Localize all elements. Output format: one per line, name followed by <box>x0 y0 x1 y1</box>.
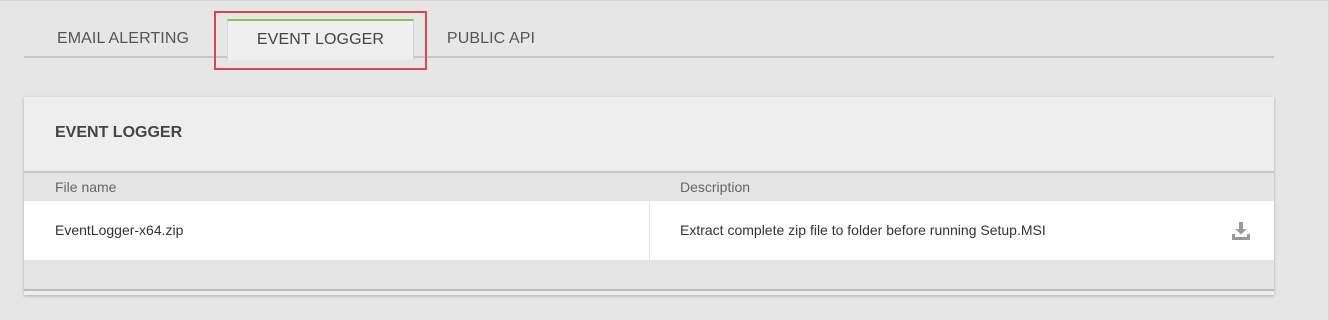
tab-event-logger[interactable]: EVENT LOGGER <box>227 19 414 60</box>
download-icon[interactable] <box>1230 220 1252 242</box>
description-cell: Extract complete zip file to folder befo… <box>680 222 1046 238</box>
table-row: EventLogger-x64.zip Extract complete zip… <box>24 201 1274 260</box>
file-name-cell: EventLogger-x64.zip <box>55 222 184 238</box>
column-header-description: Description <box>680 179 751 195</box>
settings-frame: EMAIL ALERTING EVENT LOGGER PUBLIC API E… <box>0 0 1329 320</box>
files-table: File name Description EventLogger-x64.zi… <box>24 171 1274 291</box>
column-divider <box>649 201 650 260</box>
tab-bar: EMAIL ALERTING EVENT LOGGER PUBLIC API <box>24 19 1274 60</box>
column-header-file-name: File name <box>55 179 117 195</box>
event-logger-panel: EVENT LOGGER File name Description Event… <box>24 97 1274 295</box>
table-footer <box>24 260 1274 291</box>
table-header: File name Description <box>24 171 1274 201</box>
panel-title: EVENT LOGGER <box>55 124 183 141</box>
tab-email-alerting[interactable]: EMAIL ALERTING <box>30 19 216 58</box>
tab-public-api[interactable]: PUBLIC API <box>422 19 560 58</box>
